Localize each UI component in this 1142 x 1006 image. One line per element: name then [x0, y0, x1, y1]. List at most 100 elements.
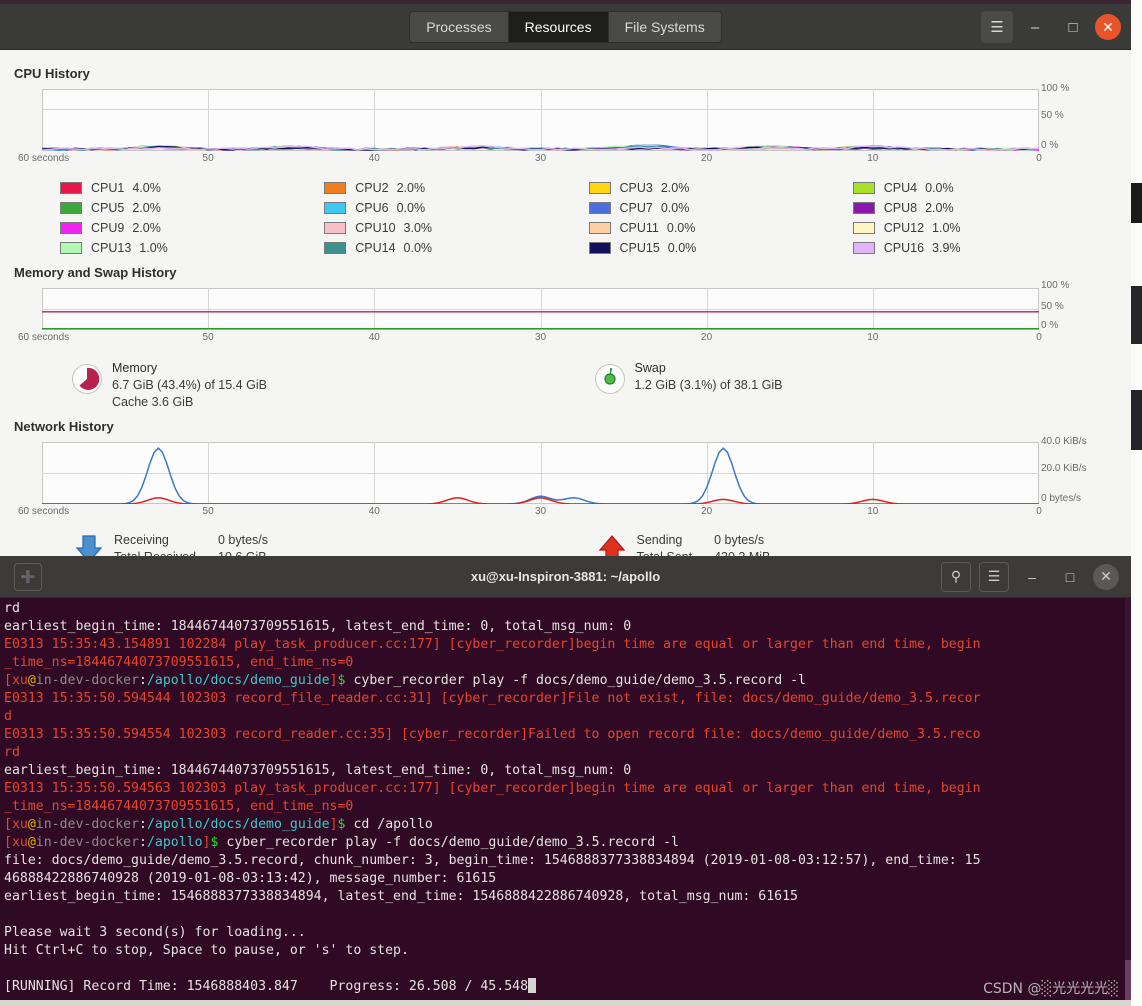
terminal-output[interactable]: rd earliest_begin_time: 18446744073709551… — [0, 598, 1131, 1006]
cpu-color-swatch — [60, 222, 82, 234]
terminal-line-text: Hit Ctrl+C to stop, Space to pause, or '… — [4, 943, 409, 958]
terminal-line-text: rd — [4, 745, 20, 760]
cpu-legend-value: 2.0% — [660, 181, 690, 195]
net-xlabel-0: 0 — [1036, 506, 1042, 517]
cpu-legend-value: 2.0% — [132, 201, 161, 215]
terminal-line-text: E0313 15:35:50.594554 102303 record_read… — [4, 727, 981, 742]
terminal-output-line: earliest_begin_time: 1844674407370955161… — [4, 618, 1127, 636]
terminal-maximize-icon[interactable]: □ — [1055, 562, 1085, 592]
terminal-line-text: earliest_begin_time: 1844674407370955161… — [4, 619, 632, 634]
swap-label: Swap — [634, 361, 666, 375]
upload-arrow-icon — [595, 532, 629, 556]
cpu-x-axis: 60 seconds 50 40 30 20 10 0 — [18, 151, 1042, 169]
prompt-user: xu — [11, 817, 28, 832]
close-icon[interactable]: ✕ — [1095, 14, 1121, 40]
memory-dial-icon — [72, 364, 102, 394]
terminal-output-line: rd — [4, 600, 1127, 618]
terminal-output-line: _time_ns=18446744073709551615, end_time_… — [4, 798, 1127, 816]
terminal-prompt-line: [xu@in-dev-docker:/apollo/docs/demo_guid… — [4, 672, 1127, 690]
net-ylabel-0: 0 bytes/s — [1041, 493, 1082, 504]
total-received-label: Total Received — [114, 549, 196, 556]
network-x-axis: 60 seconds 50 40 30 20 10 0 — [18, 504, 1042, 522]
cpu-xlabel-10: 10 — [867, 153, 879, 164]
cpu-color-swatch — [588, 182, 611, 194]
total-sent-label: Total Sent — [637, 549, 693, 556]
memory-cache: Cache 3.6 GiB — [112, 395, 194, 409]
terminal-output-line: E0313 15:35:50.594544 102303 record_file… — [4, 690, 1127, 708]
cpu-xlabel-30: 30 — [534, 153, 547, 164]
cpu-legend-name: CPU13 — [91, 241, 132, 255]
cpu-legend-name: CPU5 — [91, 201, 125, 215]
swap-dial-icon — [594, 364, 625, 394]
terminal-close-icon[interactable]: ✕ — [1093, 563, 1119, 590]
screen: Processes Resources File Systems ☰ – □ ✕… — [0, 0, 1142, 1006]
tab-processes[interactable]: Processes — [409, 10, 508, 43]
cpu-color-swatch — [852, 242, 875, 254]
memory-history-graph: 100 % 50 % 0 % — [42, 280, 1069, 331]
cpu-color-swatch — [588, 202, 611, 214]
memory-history-title: Memory and Swap History — [14, 265, 177, 280]
terminal-scrollbar[interactable] — [1125, 598, 1131, 1006]
terminal-bottom-edge — [0, 1000, 1131, 1006]
cpu-history-graph: 100 % 50 % 0 % — [42, 83, 1069, 151]
cpu-legend-value: 1.0% — [139, 241, 168, 255]
cpu-xlabel-20: 20 — [701, 153, 713, 164]
cpu-legend-item: CPU1 4.0% — [60, 179, 324, 197]
network-summary: Receiving 0 bytes/s Total Received 10.6 … — [72, 532, 1117, 556]
terminal-output-line: Hit Ctrl+C to stop, Space to pause, or '… — [4, 942, 1127, 960]
hamburger-menu-icon[interactable]: ☰ — [981, 11, 1013, 43]
cpu-legend-name: CPU2 — [355, 181, 389, 195]
minimize-icon[interactable]: – — [1019, 11, 1051, 43]
prompt-colon: : — [139, 673, 147, 688]
terminal-line-text: earliest_begin_time: 1546888377338834894… — [4, 889, 798, 904]
tab-file-systems[interactable]: File Systems — [607, 10, 722, 43]
prompt-user: xu — [11, 673, 28, 688]
swap-text: Swap 1.2 GiB (3.1%) of 38.1 GiB — [635, 360, 783, 411]
cpu-legend-item: CPU8 2.0% — [852, 199, 1117, 217]
sending-label: Sending — [636, 533, 683, 547]
terminal-output-line: _time_ns=18446744073709551615, end_time_… — [4, 654, 1127, 672]
cpu-legend-value: 0.0% — [925, 181, 954, 195]
cpu-color-swatch — [60, 242, 82, 254]
cpu-legend-item: CPU12 1.0% — [852, 219, 1117, 237]
terminal-hamburger-menu-icon[interactable]: ☰ — [979, 561, 1009, 592]
cpu-legend-value: 3.9% — [932, 241, 961, 255]
prompt-bracket-open: [ — [4, 817, 12, 832]
prompt-path: /apollo — [146, 835, 203, 850]
cpu-legend-value: 4.0% — [132, 181, 161, 195]
prompt-path: /apollo/docs/demo_guide — [146, 817, 330, 832]
net-xlabel-50: 50 — [202, 506, 214, 517]
maximize-icon[interactable]: □ — [1057, 11, 1089, 43]
prompt-bracket-open: [ — [4, 673, 12, 688]
prompt-dollar: $ — [337, 817, 346, 832]
network-history-graph: 40.0 KiB/s 20.0 KiB/s 0 bytes/s — [42, 436, 1087, 504]
cpu-legend-value: 1.0% — [932, 221, 961, 235]
cpu-color-swatch — [324, 222, 347, 234]
terminal-status-text: [RUNNING] Record Time: 1546888403.847 Pr… — [4, 979, 529, 994]
prompt-colon: : — [139, 817, 147, 832]
terminal-window-controls: ⚲ ☰ – □ ✕ — [941, 561, 1119, 592]
prompt-at: @ — [27, 835, 36, 850]
memory-text: Memory 6.7 GiB (43.4%) of 15.4 GiB Cache… — [112, 360, 267, 411]
mem-xlabel-60: 60 seconds — [18, 332, 70, 343]
prompt-bracket-open: [ — [4, 835, 12, 850]
net-xlabel-40: 40 — [368, 506, 380, 517]
cpu-color-swatch — [852, 182, 875, 194]
cpu-legend-name: CPU8 — [883, 201, 918, 215]
search-icon[interactable]: ⚲ — [941, 561, 971, 592]
cpu-legend-name: CPU10 — [355, 221, 396, 235]
cpu-xlabel-0: 0 — [1036, 153, 1042, 164]
tab-resources[interactable]: Resources — [507, 10, 608, 43]
prompt-host: in-dev-docker — [35, 835, 140, 850]
cpu-legend-item: CPU16 3.9% — [852, 239, 1117, 257]
terminal-minimize-icon[interactable]: – — [1017, 562, 1047, 592]
cpu-legend-name: CPU3 — [619, 181, 653, 195]
memory-traces — [42, 288, 1039, 330]
cpu-legend-value: 0.0% — [667, 241, 697, 255]
cpu-legend-name: CPU12 — [883, 221, 925, 235]
new-tab-icon[interactable]: ➕ — [14, 562, 42, 591]
terminal-prompt-line: [xu@in-dev-docker:/apollo]$ cyber_record… — [4, 834, 1127, 852]
network-trace-line — [42, 448, 1039, 504]
cpu-legend-item: CPU7 0.0% — [588, 199, 853, 217]
mem-xlabel-10: 10 — [867, 332, 879, 343]
